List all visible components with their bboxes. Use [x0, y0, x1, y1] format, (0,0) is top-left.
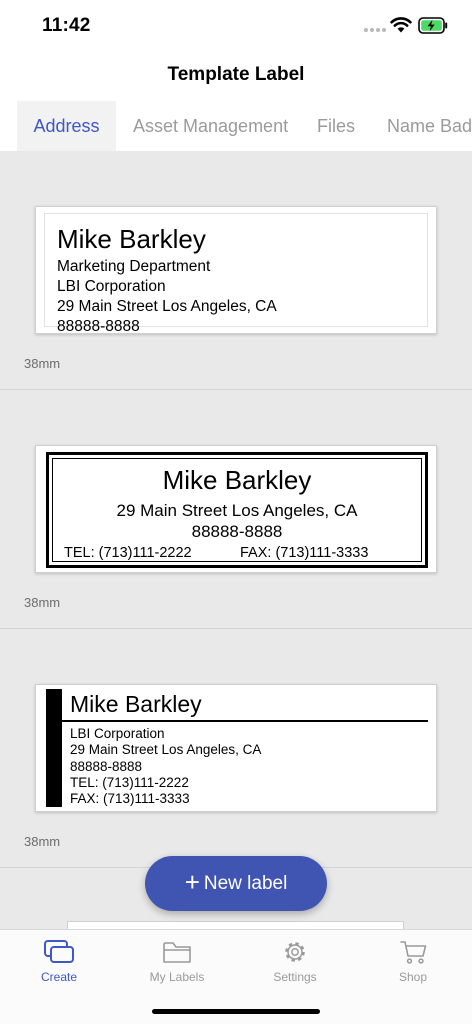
status-bar: 11:42 [0, 0, 472, 52]
label-line: Marketing Department [57, 258, 211, 275]
tab-name-badge[interactable]: Name Badg [387, 101, 472, 151]
label-line: FAX: (713)111-3333 [70, 791, 190, 806]
template-list[interactable]: Mike Barkley Marketing Department LBI Co… [0, 151, 472, 929]
label-address: 29 Main Street Los Angeles, CA [116, 501, 358, 520]
label-line: LBI Corporation [70, 726, 165, 741]
create-icon [44, 940, 74, 963]
nav-my-labels-label: My Labels [149, 970, 205, 984]
label-line: 88888-8888 [57, 318, 140, 334]
template-size-label: 38mm [24, 834, 61, 849]
nav-settings-label: Settings [273, 970, 317, 984]
label-preview: Mike Barkley 29 Main Street Los Angeles,… [46, 452, 428, 568]
label-zip: 88888-8888 [191, 522, 283, 541]
label-line: 88888-8888 [70, 759, 143, 774]
tab-address[interactable]: Address [17, 101, 116, 151]
label-line: LBI Corporation [57, 278, 166, 295]
category-tab-bar: Address Asset Management Files Name Badg [0, 101, 472, 151]
template-card-4[interactable] [67, 921, 404, 929]
template-size-label: 38mm [24, 356, 61, 371]
nav-settings[interactable]: Settings [236, 930, 354, 990]
folder-icon [163, 942, 191, 963]
tab-files[interactable]: Files [317, 101, 355, 151]
label-line: 29 Main Street Los Angeles, CA [70, 742, 262, 757]
cart-icon [400, 941, 427, 964]
label-name: Mike Barkley [57, 224, 206, 254]
template-card-3[interactable]: Mike Barkley LBI Corporation 29 Main Str… [35, 684, 437, 812]
cellular-signal-icon [364, 28, 386, 32]
nav-shop[interactable]: Shop [354, 930, 472, 990]
divider [0, 628, 472, 629]
battery-charging-icon [418, 17, 448, 34]
label-name: Mike Barkley [162, 465, 312, 495]
nav-my-labels[interactable]: My Labels [118, 930, 236, 990]
new-label-text: New label [203, 872, 288, 894]
wifi-icon [390, 17, 412, 33]
template-size-label: 38mm [24, 595, 61, 610]
label-tel: TEL: (713)111-2222 [64, 545, 192, 561]
tab-asset-management[interactable]: Asset Management [133, 101, 288, 151]
label-side-bar [46, 689, 62, 807]
plus-icon: + [184, 867, 200, 897]
home-indicator [152, 1009, 320, 1014]
page-title: Template Label [167, 64, 305, 85]
label-fax: FAX: (713)111-3333 [240, 545, 369, 561]
new-label-button[interactable]: + New label [145, 856, 327, 911]
gear-icon [285, 942, 305, 962]
label-preview: Mike Barkley Marketing Department LBI Co… [44, 213, 428, 333]
nav-create-label: Create [40, 970, 78, 984]
status-time: 11:42 [42, 15, 91, 36]
label-line: TEL: (713)111-2222 [70, 775, 189, 790]
template-card-1[interactable]: Mike Barkley Marketing Department LBI Co… [35, 206, 437, 334]
nav-shop-label: Shop [398, 970, 428, 984]
template-card-2[interactable]: Mike Barkley 29 Main Street Los Angeles,… [35, 445, 437, 573]
label-rule [62, 720, 428, 722]
divider [0, 389, 472, 390]
label-line: 29 Main Street Los Angeles, CA [57, 298, 277, 315]
label-name: Mike Barkley [70, 691, 202, 717]
nav-create[interactable]: Create [0, 930, 118, 990]
